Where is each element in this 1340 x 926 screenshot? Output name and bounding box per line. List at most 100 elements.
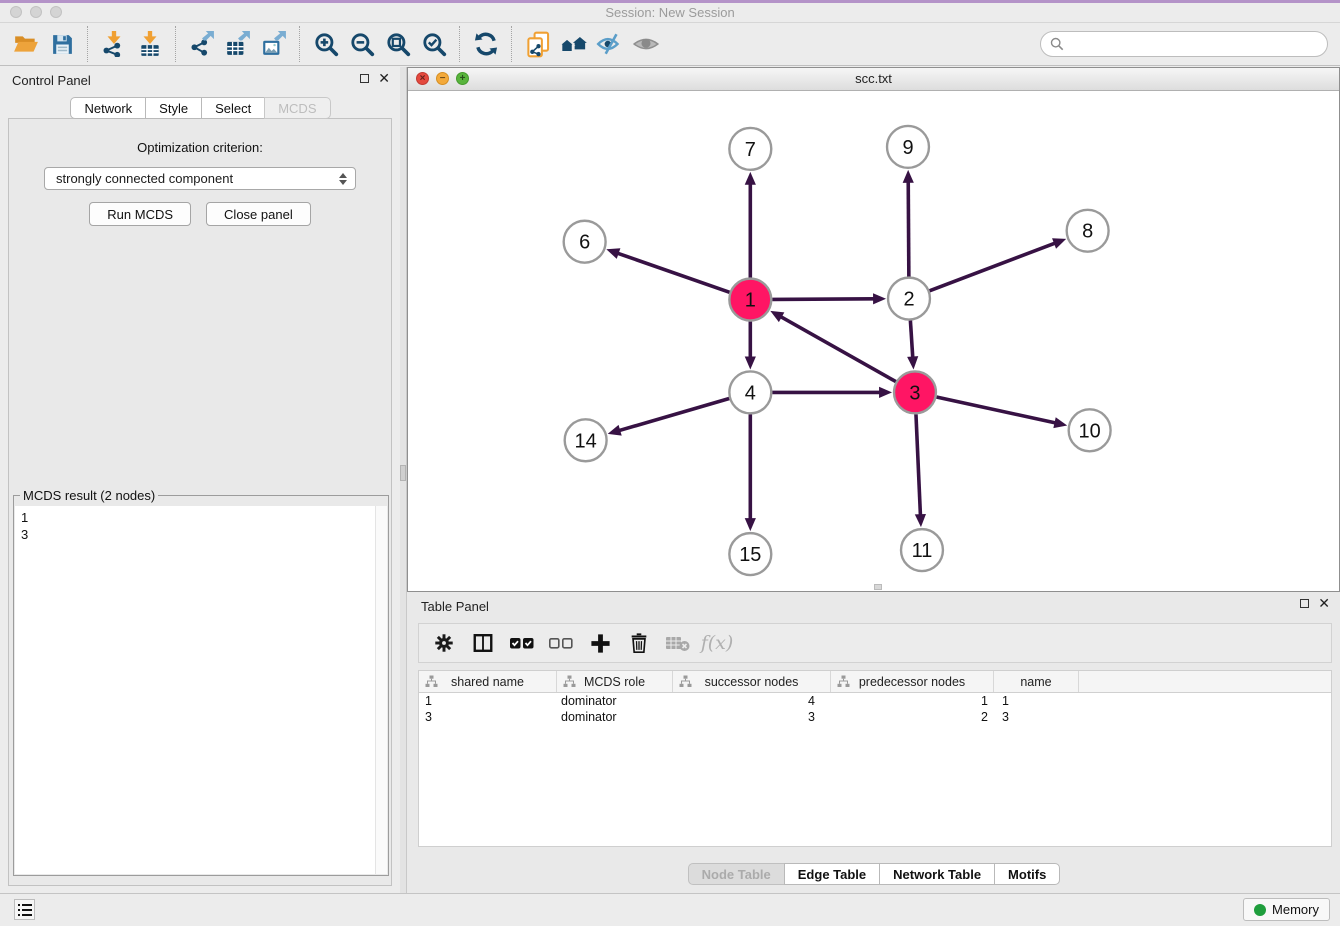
graph-edge-4-14[interactable] [618, 399, 729, 431]
zoom-in-button[interactable] [308, 26, 344, 62]
plus-icon [589, 632, 612, 655]
tab-network[interactable]: Network [70, 97, 146, 119]
show-graphics-details-button[interactable] [628, 26, 664, 62]
graph-node-label: 6 [579, 232, 590, 254]
column-label: MCDS role [584, 675, 645, 689]
function-builder-button[interactable]: f(x) [702, 628, 732, 658]
import-table-button[interactable] [132, 26, 168, 62]
network-from-selection-button[interactable] [520, 26, 556, 62]
open-session-button[interactable] [8, 26, 44, 62]
tab-motifs[interactable]: Motifs [994, 863, 1060, 885]
run-mcds-button[interactable]: Run MCDS [89, 202, 191, 226]
tab-network-table[interactable]: Network Table [879, 863, 995, 885]
splitter-grip[interactable] [400, 465, 406, 481]
save-session-button[interactable] [44, 26, 80, 62]
export-image-button[interactable] [256, 26, 292, 62]
memory-button[interactable]: Memory [1243, 898, 1330, 921]
deselect-all-button[interactable] [546, 628, 576, 658]
task-history-button[interactable] [14, 899, 35, 920]
zoom-fit-button[interactable] [380, 26, 416, 62]
export-network-button[interactable] [184, 26, 220, 62]
refresh-icon [473, 31, 499, 57]
zoom-fit-icon [385, 31, 411, 57]
graph-edge-3-11[interactable] [916, 414, 921, 516]
network-resize-grip[interactable] [874, 584, 882, 590]
mcds-result-box: 13 [15, 506, 387, 874]
graph-edge-1-2[interactable] [772, 299, 875, 300]
close-panel-button[interactable]: Close panel [206, 202, 311, 226]
column-label: predecessor nodes [859, 675, 965, 689]
window-titlebar: Session: New Session [0, 3, 1340, 23]
status-bar: Memory [0, 893, 1340, 926]
delete-column-button[interactable] [624, 628, 654, 658]
tab-select[interactable]: Select [201, 97, 265, 119]
column-label: name [1020, 675, 1051, 689]
graph-node-label: 11 [912, 540, 933, 562]
network-canvas[interactable]: 7968124314101511 [408, 91, 1339, 591]
result-scrollbar[interactable] [375, 506, 387, 874]
zoom-out-button[interactable] [344, 26, 380, 62]
table-panel: Table Panel ✕ [407, 592, 1340, 894]
column-header-mcds-role[interactable]: MCDS role [557, 671, 673, 692]
tab-node-table[interactable]: Node Table [688, 863, 785, 885]
zoom-selected-icon [421, 31, 447, 57]
column-header-shared-name[interactable]: shared name [419, 671, 557, 692]
apply-layout-button[interactable] [556, 26, 592, 62]
unchecked-boxes-icon [548, 632, 574, 654]
hide-graphics-details-button[interactable] [592, 26, 628, 62]
application-window: Session: New Session [0, 0, 1340, 926]
table-toolbar: f(x) [418, 623, 1332, 663]
table-cell: 2 [831, 710, 994, 724]
table-panel-header: Table Panel ✕ [407, 592, 1340, 618]
graph-edge-2-8[interactable] [930, 243, 1056, 291]
column-label: shared name [451, 675, 524, 689]
graph-edge-arrow [907, 356, 918, 369]
network-canvas-svg[interactable]: 7968124314101511 [408, 91, 1339, 591]
column-header-successor-nodes[interactable]: successor nodes [673, 671, 831, 692]
table-panel-title: Table Panel [421, 599, 489, 614]
close-table-panel-icon[interactable]: ✕ [1318, 597, 1330, 609]
tab-style[interactable]: Style [145, 97, 202, 119]
tree-icon [679, 675, 692, 691]
open-folder-icon [13, 31, 39, 57]
table-row[interactable]: 1dominator411 [419, 693, 1331, 709]
graph-node-label: 14 [575, 430, 597, 452]
column-header-name[interactable]: name [994, 671, 1079, 692]
tab-edge-table[interactable]: Edge Table [784, 863, 880, 885]
node-table-header: shared name MCDS role successor nodes [419, 671, 1331, 693]
export-table-button[interactable] [220, 26, 256, 62]
select-all-button[interactable] [507, 628, 537, 658]
delete-table-icon [665, 633, 691, 653]
search-input[interactable] [1070, 36, 1327, 53]
column-header-predecessor-nodes[interactable]: predecessor nodes [831, 671, 994, 692]
graph-node-label: 7 [745, 139, 756, 161]
eye-slash-icon [596, 32, 624, 56]
float-panel-icon[interactable] [360, 74, 369, 83]
zoom-selected-button[interactable] [416, 26, 452, 62]
criterion-select[interactable]: strongly connected component [44, 167, 356, 190]
close-panel-icon[interactable]: ✕ [378, 72, 390, 84]
column-view-button[interactable] [468, 628, 498, 658]
refresh-layout-button[interactable] [468, 26, 504, 62]
vertical-splitter[interactable] [400, 67, 407, 894]
table-settings-button[interactable] [429, 628, 459, 658]
table-row[interactable]: 3dominator323 [419, 709, 1331, 725]
add-column-button[interactable] [585, 628, 615, 658]
tab-mcds[interactable]: MCDS [264, 97, 330, 119]
delete-table-button[interactable] [663, 628, 693, 658]
graph-edge-2-3[interactable] [910, 320, 912, 358]
graph-node-label: 1 [745, 290, 756, 312]
graph-edge-arrow [745, 172, 756, 185]
memory-label: Memory [1272, 902, 1319, 917]
graph-edge-3-1[interactable] [780, 316, 896, 381]
graph-edge-2-9[interactable] [908, 181, 909, 277]
gear-icon [433, 632, 455, 654]
graph-edge-1-6[interactable] [617, 253, 730, 292]
duplicate-network-icon [525, 31, 552, 58]
graph-edge-3-10[interactable] [936, 397, 1056, 423]
column-label: successor nodes [705, 675, 799, 689]
node-table-body: 1dominator4113dominator323 [419, 693, 1331, 725]
optimization-criterion-label: Optimization criterion: [9, 140, 391, 155]
float-table-panel-icon[interactable] [1300, 599, 1309, 608]
import-network-button[interactable] [96, 26, 132, 62]
